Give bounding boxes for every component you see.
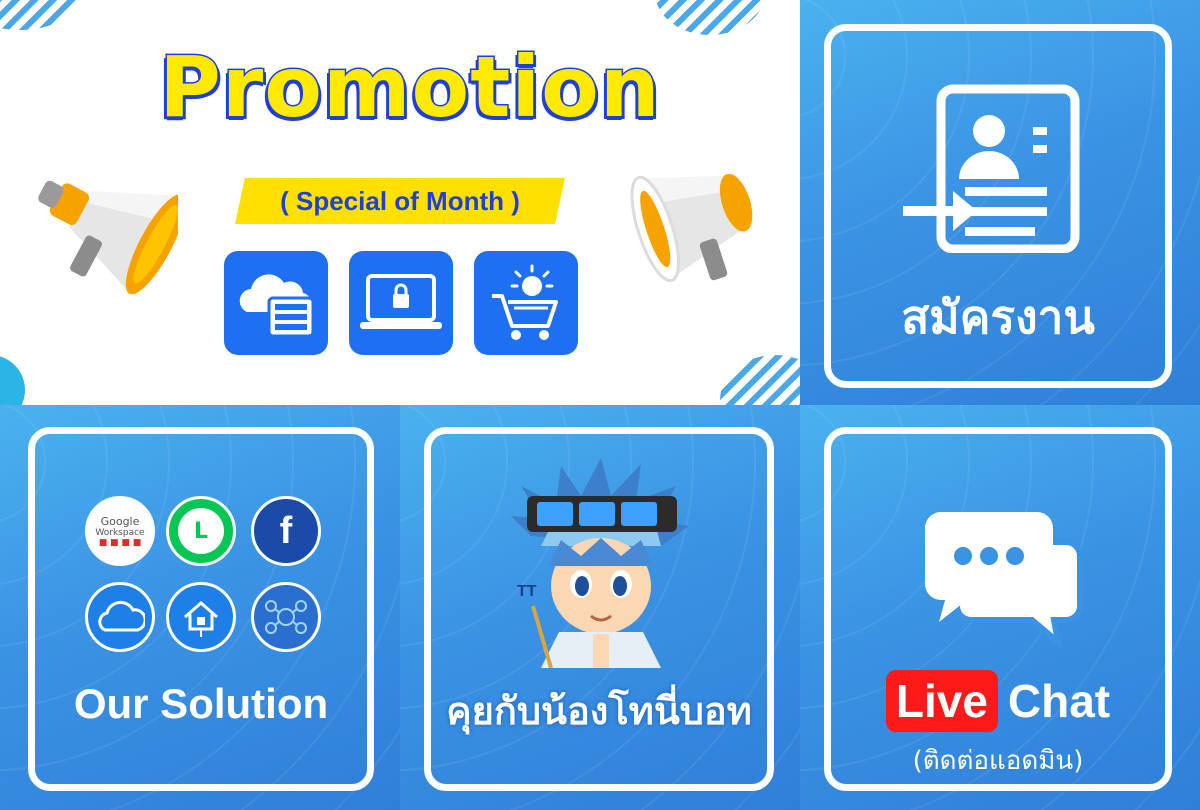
cloud-server-icon[interactable]	[224, 251, 328, 355]
live-chat-panel: Live Chat (ติดต่อแอดมิน)	[800, 405, 1200, 810]
chatbot-tile[interactable]: TT คุยกับน้องโทนี่บอท	[424, 427, 774, 791]
our-solution-label: Our Solution	[73, 680, 329, 727]
shopping-cart-bulb-icon[interactable]	[474, 251, 578, 355]
facebook-logo-text: f	[279, 509, 293, 552]
live-chat-tile[interactable]: Live Chat (ติดต่อแอดมิน)	[824, 427, 1172, 791]
google-workspace-logo[interactable]: Google Workspace ■ ■ ■ ■	[85, 496, 155, 566]
chatbot-panel: TT คุยกับน้องโทนี่บอท	[400, 405, 800, 810]
decor-stripes	[0, 0, 80, 30]
apply-job-tile[interactable]: สมัครงาน	[824, 24, 1172, 388]
decor-stripes	[655, 0, 765, 35]
chat-bubbles-icon	[925, 512, 1083, 648]
contact-admin-label: (ติดต่อแอดมิน)	[912, 746, 1084, 776]
smart-home-logo[interactable]	[166, 582, 236, 652]
megaphone-right-icon	[630, 173, 753, 283]
decor-stripes	[720, 355, 800, 405]
decor-circle	[0, 355, 25, 405]
our-solution-tile[interactable]: Google Workspace ■ ■ ■ ■ L f Our Solutio…	[28, 427, 374, 791]
laptop-lock-icon[interactable]	[349, 251, 453, 355]
google-apps-icon: ■ ■ ■ ■	[98, 537, 142, 548]
cloud-logo[interactable]	[85, 582, 155, 652]
promotion-title: Promotion	[158, 37, 661, 138]
live-badge: Live	[885, 670, 998, 732]
workspace-logo-text: Workspace	[95, 527, 145, 538]
google-logo-text: Google	[100, 514, 140, 528]
megaphone-left-icon	[38, 180, 178, 295]
promotion-banner[interactable]: Promotion ( Special of Month )	[0, 0, 800, 405]
solution-panel: Google Workspace ■ ■ ■ ■ L f Our Solutio…	[0, 405, 400, 810]
line-logo-text: L	[193, 518, 209, 544]
chat-label: Chat	[1007, 675, 1111, 727]
line-logo[interactable]: L	[166, 496, 236, 566]
apply-job-label: สมัครงาน	[901, 290, 1095, 344]
svg-text:TT: TT	[517, 583, 537, 600]
facebook-logo[interactable]: f	[251, 496, 321, 566]
chatbot-label: คุยกับน้องโทนี่บอท	[446, 689, 752, 733]
tony-bot-mascot: TT	[511, 458, 689, 668]
promotion-subtitle: ( Special of Month )	[235, 178, 565, 224]
apply-job-panel: สมัครงาน	[800, 0, 1200, 405]
job-application-icon	[903, 84, 1080, 253]
live-chat-title: Live Chat	[831, 670, 1165, 732]
network-logo[interactable]	[251, 582, 321, 652]
